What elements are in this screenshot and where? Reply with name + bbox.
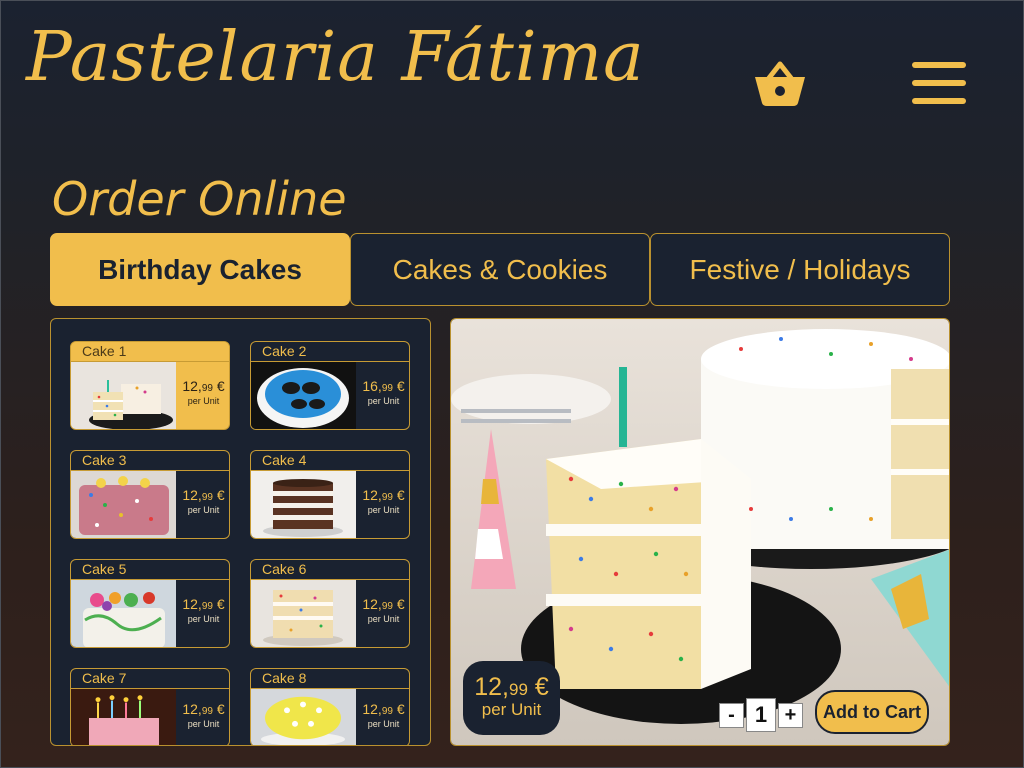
product-price: 12,99 € per Unit xyxy=(182,378,225,406)
product-card-cake-5[interactable]: Cake 5 12,99 € per Unit xyxy=(70,559,230,648)
tab-festive-holidays[interactable]: Festive / Holidays xyxy=(650,233,950,306)
increase-quantity-button[interactable]: + xyxy=(778,702,803,728)
product-price: 16,99 € per Unit xyxy=(362,378,405,406)
quantity-stepper: - 1 + xyxy=(719,698,803,732)
product-price: 12,99 € per Unit xyxy=(182,487,225,515)
tab-cakes-cookies[interactable]: Cakes & Cookies xyxy=(350,233,650,306)
selected-product-preview: 12,99 € per Unit - 1 + Add to Cart xyxy=(450,318,950,746)
product-thumbnail xyxy=(251,362,356,429)
product-name: Cake 7 xyxy=(71,669,229,689)
product-card-cake-2[interactable]: Cake 2 16,99 € per Unit xyxy=(250,341,410,430)
product-name: Cake 3 xyxy=(71,451,229,471)
product-name: Cake 2 xyxy=(251,342,409,362)
product-card-cake-8[interactable]: Cake 8 12,99 € per Unit xyxy=(250,668,410,745)
product-card-cake-1[interactable]: Cake 1 12,99 € per Unit xyxy=(70,341,230,430)
page-title: Order Online xyxy=(52,172,347,226)
quantity-value[interactable]: 1 xyxy=(746,698,776,732)
product-price: 12,99 € per Unit xyxy=(362,596,405,624)
product-card-cake-4[interactable]: Cake 4 12,99 € per Unit xyxy=(250,450,410,539)
product-name: Cake 4 xyxy=(251,451,409,471)
product-price: 12,99 € per Unit xyxy=(362,487,405,515)
product-name: Cake 8 xyxy=(251,669,409,689)
product-price: 12,99 € per Unit xyxy=(182,701,225,729)
brand-logo[interactable]: Pastelaria Fátima xyxy=(26,18,645,97)
basket-icon xyxy=(755,61,805,106)
selected-price-badge: 12,99 € per Unit xyxy=(463,661,560,735)
product-name: Cake 1 xyxy=(71,342,229,362)
product-thumbnail xyxy=(71,580,176,647)
product-thumbnail xyxy=(71,471,176,538)
hamburger-icon xyxy=(912,62,966,68)
add-to-cart-button[interactable]: Add to Cart xyxy=(815,690,929,734)
product-thumbnail xyxy=(71,362,176,429)
product-card-cake-7[interactable]: Cake 7 12,99 € per Unit xyxy=(70,668,230,745)
product-name: Cake 5 xyxy=(71,560,229,580)
product-card-cake-6[interactable]: Cake 6 12,99 € per Unit xyxy=(250,559,410,648)
decrease-quantity-button[interactable]: - xyxy=(719,702,744,728)
hamburger-menu-button[interactable] xyxy=(912,62,966,106)
category-tabs: Birthday Cakes Cakes & Cookies Festive /… xyxy=(50,233,950,306)
product-price: 12,99 € per Unit xyxy=(182,596,225,624)
product-list-panel: Cake 1 12,99 € per Unit Cake 2 16,99 € p… xyxy=(50,318,431,746)
product-thumbnail xyxy=(71,689,176,745)
product-name: Cake 6 xyxy=(251,560,409,580)
product-price: 12,99 € per Unit xyxy=(362,701,405,729)
product-thumbnail xyxy=(251,580,356,647)
cart-button[interactable] xyxy=(752,58,808,108)
product-card-cake-3[interactable]: Cake 3 12,99 € per Unit xyxy=(70,450,230,539)
product-thumbnail xyxy=(251,471,356,538)
product-thumbnail xyxy=(251,689,356,745)
tab-birthday-cakes[interactable]: Birthday Cakes xyxy=(50,233,350,306)
